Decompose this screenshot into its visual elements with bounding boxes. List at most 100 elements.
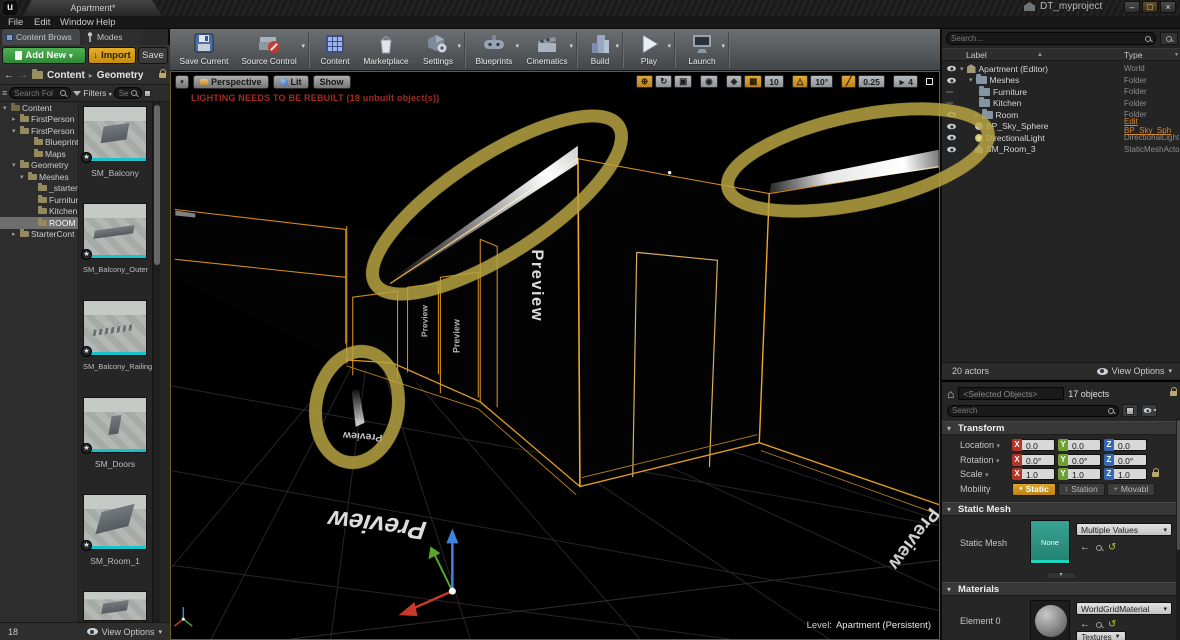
use-selected-icon[interactable]: ← <box>1080 542 1090 553</box>
use-selected-icon[interactable]: ← <box>1080 619 1090 630</box>
column-label[interactable]: Label <box>966 49 987 62</box>
outliner-search-options-button[interactable] <box>1160 32 1178 45</box>
details-scrollbar[interactable] <box>1176 418 1180 640</box>
lock-icon[interactable] <box>159 73 166 78</box>
asset-sm-balcony-railing[interactable]: ★ SM_Balcony_Railing <box>83 300 147 371</box>
world-local-toggle[interactable]: ◉ <box>700 75 717 88</box>
location-label[interactable]: Location ▾ <box>942 440 1012 450</box>
scale-x-field[interactable]: 1.0 <box>1022 468 1055 480</box>
tree-item-kitchen[interactable]: Kitchen <box>0 206 78 218</box>
save-search-icon[interactable] <box>144 90 151 97</box>
save-current-button[interactable]: Save Current <box>176 30 232 70</box>
menu-file[interactable]: File <box>2 16 29 29</box>
filters-button[interactable]: Filters ▾ <box>83 88 112 98</box>
details-search-input[interactable]: Search <box>947 405 1119 417</box>
details-view-options-button[interactable]: ▾ <box>1141 404 1157 417</box>
selected-objects-field[interactable]: <Selected Objects> <box>958 387 1064 400</box>
tree-item-content[interactable]: ▾Content <box>0 102 78 114</box>
outliner-search-input[interactable]: Search... <box>946 32 1156 45</box>
visibility-eye-icon[interactable] <box>947 135 956 141</box>
visibility-dash-icon[interactable] <box>946 102 953 104</box>
section-static-mesh[interactable]: ▾Static Mesh <box>942 502 1180 516</box>
viewport-options-button[interactable]: ▾ <box>175 75 189 89</box>
tree-item-furniture[interactable]: Furnitur <box>0 194 78 206</box>
viewport[interactable]: Preview Preview Preview Preview Preview … <box>170 71 940 640</box>
save-assets-button[interactable]: Save <box>138 47 168 64</box>
view-options-button[interactable]: View Options ▾ <box>87 627 162 637</box>
scale-snap-toggle[interactable]: ╱ <box>841 75 856 88</box>
close-button[interactable]: × <box>1160 1 1176 13</box>
menu-help[interactable]: Help <box>90 16 122 29</box>
asset-partial[interactable] <box>83 591 147 621</box>
section-materials[interactable]: ▾Materials <box>942 582 1180 596</box>
details-lock-icon[interactable] <box>1170 391 1177 396</box>
scale-lock-icon[interactable] <box>1152 472 1159 477</box>
tree-item-firstperson[interactable]: ▸FirstPerson <box>0 114 78 126</box>
asset-sm-balcony[interactable]: ★ SM_Balcony <box>83 106 147 178</box>
grid-snap-toggle[interactable]: ▦ <box>744 75 762 88</box>
angle-snap-toggle[interactable]: △ <box>792 75 809 88</box>
rotation-x-field[interactable]: 0.0° <box>1022 454 1055 466</box>
outliner-row-kitchen[interactable]: KitchenFolder <box>942 98 1180 110</box>
mobility-movable-button[interactable]: +Movabl <box>1107 483 1156 496</box>
surface-snap-toggle[interactable]: ◈ <box>726 75 743 88</box>
move-tool-button[interactable]: ⊕ <box>636 75 653 88</box>
tree-item-meshes[interactable]: ▾Meshes <box>0 171 78 183</box>
maximize-button[interactable]: □ <box>1142 1 1158 13</box>
asset-sm-doors[interactable]: ★ SM_Doors <box>83 397 147 469</box>
search-folders-input[interactable]: Search Fol <box>9 87 71 99</box>
blueprints-button[interactable]: ▾ Blueprints <box>468 30 520 70</box>
visibility-dash-icon[interactable] <box>946 91 953 93</box>
section-transform[interactable]: ▾Transform <box>942 421 1180 435</box>
outliner-view-options-button[interactable]: View Options ▾ <box>1097 366 1172 376</box>
lit-button[interactable]: Lit <box>273 75 309 89</box>
rotation-label[interactable]: Rotation ▾ <box>942 455 1012 465</box>
scale-label[interactable]: Scale ▾ <box>942 469 1012 479</box>
tree-item-firstperson2[interactable]: ▾FirstPerson <box>0 125 78 137</box>
expand-section-button[interactable]: ▾ <box>1046 572 1076 579</box>
level-title-tab[interactable]: Apartment* <box>24 0 162 16</box>
launch-button[interactable]: ▾ Launch <box>678 30 726 70</box>
material-thumbnail[interactable] <box>1030 600 1070 640</box>
mobility-static-button[interactable]: ●Static <box>1012 483 1056 496</box>
outliner-row-apartment[interactable]: ▾ Apartment (Editor)World <box>942 63 1180 75</box>
static-mesh-dropdown[interactable]: Multiple Values▾ <box>1076 523 1172 536</box>
reset-icon[interactable]: ↺ <box>1108 619 1116 630</box>
location-z-field[interactable]: 0.0 <box>1114 439 1147 451</box>
cinematics-button[interactable]: ▾ Cinematics <box>520 30 574 70</box>
scale-z-field[interactable]: 1.0 <box>1114 468 1147 480</box>
asset-sm-balcony-outer[interactable]: ★ SM_Balcony_Outer <box>83 203 147 274</box>
outliner-row-bp-sky-sphere[interactable]: BP_Sky_SphereEdit BP_Sky_Sph <box>942 121 1180 133</box>
column-type[interactable]: Type <box>1124 49 1142 62</box>
scale-tool-button[interactable]: ▣ <box>674 75 692 88</box>
tree-item-blueprints[interactable]: Blueprints <box>0 137 78 149</box>
home-icon[interactable]: ⌂ <box>947 387 954 401</box>
tree-item-geometry[interactable]: ▾Geometry <box>0 160 78 172</box>
menu-edit[interactable]: Edit <box>28 16 56 29</box>
sources-toggle-icon[interactable]: ≡ <box>2 88 7 98</box>
textures-button[interactable]: Textures▼ <box>1076 631 1126 640</box>
location-y-field[interactable]: 0.0 <box>1068 439 1101 451</box>
scrollbar-thumb[interactable] <box>154 105 160 265</box>
play-button[interactable]: ▾ Play <box>626 30 672 70</box>
asset-sm-room-1[interactable]: ★ SM_Room_1 <box>83 494 147 566</box>
tree-item-starter[interactable]: _starter <box>0 183 78 195</box>
build-button[interactable]: ▾ Build <box>580 30 620 70</box>
visibility-eye-icon[interactable] <box>947 77 956 83</box>
breadcrumb-geometry[interactable]: Geometry <box>97 70 144 81</box>
mobility-stationary-button[interactable]: ↕Station <box>1058 483 1105 496</box>
maximize-viewport-button[interactable] <box>926 78 933 85</box>
source-control-button[interactable]: ▾ Source Control <box>232 30 306 70</box>
settings-button[interactable]: ▾ Settings <box>414 30 462 70</box>
static-mesh-thumbnail[interactable]: None <box>1030 520 1070 564</box>
visibility-eye-icon[interactable] <box>947 123 956 129</box>
outliner-row-furniture[interactable]: FurnitureFolder <box>942 86 1180 98</box>
visibility-eye-icon[interactable] <box>947 112 956 118</box>
import-button[interactable]: ↓ Import <box>88 47 136 64</box>
add-new-button[interactable]: Add New ▾ <box>2 47 86 64</box>
visibility-eye-icon[interactable] <box>947 146 956 152</box>
minimize-button[interactable]: – <box>1124 1 1140 13</box>
tree-item-room-selected[interactable]: ROOM <box>0 217 78 229</box>
outliner-row-directional-light[interactable]: DirectionalLightDirectionalLight <box>942 132 1180 144</box>
tab-modes[interactable]: Modes <box>82 29 140 45</box>
